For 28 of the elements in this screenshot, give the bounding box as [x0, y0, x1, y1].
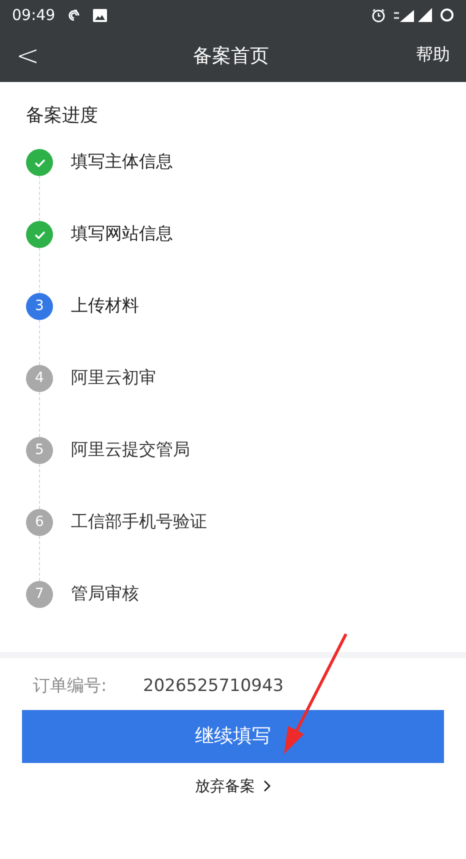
step-label: 阿里云初审: [71, 366, 156, 390]
battery-ring-icon: [440, 8, 454, 22]
status-time: 09:49: [12, 4, 56, 26]
step-label: 管局审核: [71, 582, 139, 606]
abandon-link[interactable]: 放弃备案: [195, 774, 271, 797]
chevron-right-icon: [263, 780, 271, 792]
order-label: 订单编号:: [33, 675, 108, 698]
step-label: 填写主体信息: [71, 150, 173, 174]
step-number: 3: [26, 293, 53, 320]
back-button[interactable]: <: [16, 42, 46, 70]
section-title: 备案进度: [26, 104, 99, 128]
signal-icon: [394, 8, 414, 22]
step-number: 6: [26, 509, 53, 536]
signal-icon: [418, 8, 432, 22]
step-number: 5: [26, 437, 53, 464]
spiral-icon: [67, 8, 82, 22]
step-number: 7: [26, 581, 53, 608]
image-icon: [93, 8, 108, 22]
step-label: 阿里云提交管局: [71, 438, 190, 462]
help-link[interactable]: 帮助: [416, 43, 450, 69]
step-label: 上传材料: [71, 294, 139, 318]
step-label: 填写网站信息: [71, 222, 173, 246]
page-title: 备案首页: [192, 44, 270, 69]
step-number: 4: [26, 365, 53, 392]
step-label: 工信部手机号验证: [71, 510, 207, 534]
order-value: 2026525710943: [143, 675, 284, 698]
continue-button[interactable]: 继续填写: [22, 710, 444, 762]
alarm-icon: [371, 8, 386, 22]
